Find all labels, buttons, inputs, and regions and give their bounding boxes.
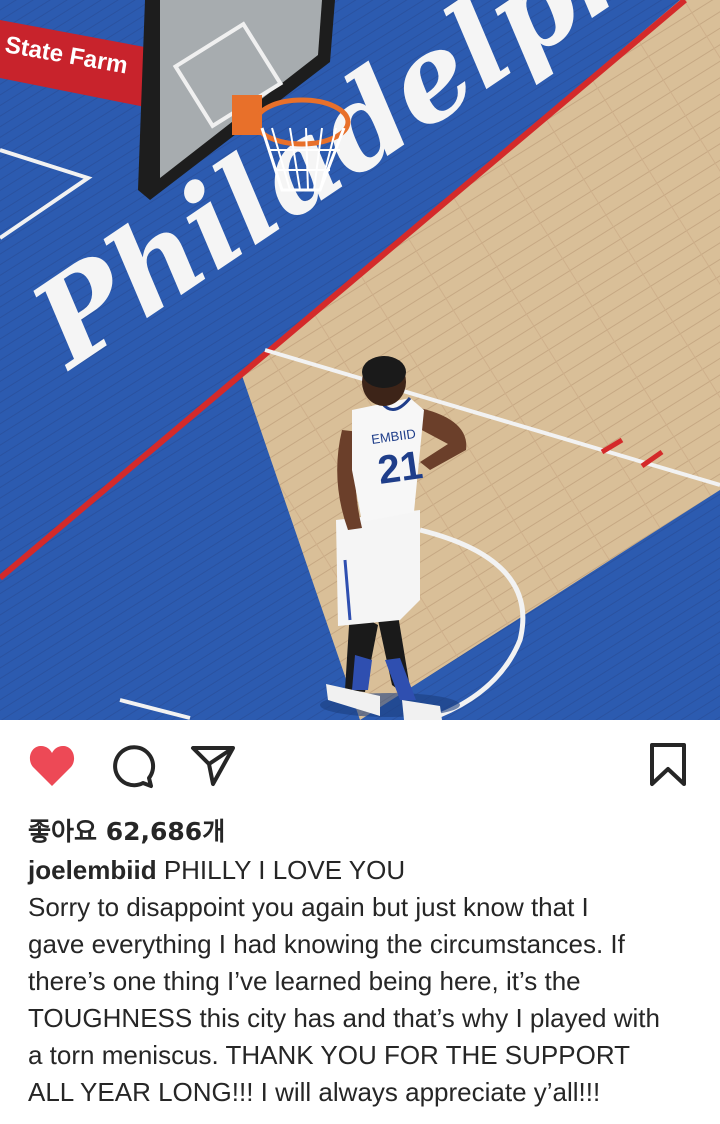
caption-username[interactable]: joelembiid (28, 855, 157, 885)
caption-line: Sorry to disappoint you again but just k… (28, 892, 589, 922)
heart-filled-icon (29, 745, 75, 786)
bookmark-icon (650, 743, 686, 786)
caption-line: there’s one thing I’ve learned being her… (28, 966, 581, 996)
caption-headline: PHILLY I LOVE YOU (163, 855, 406, 885)
post-actions-bar (0, 720, 720, 810)
caption-line: ALL YEAR LONG!!! I will always appreciat… (28, 1077, 601, 1107)
post-image[interactable]: Philadelphia State Farm EMBIID 21 (0, 0, 720, 720)
save-button[interactable] (648, 742, 688, 788)
like-button[interactable] (28, 744, 76, 788)
share-button[interactable] (190, 744, 236, 788)
likes-label: 좋아요 (28, 817, 98, 846)
jersey-number: 21 (375, 443, 425, 493)
paper-plane-icon (191, 746, 235, 786)
likes-number: 62,686 (105, 817, 203, 846)
likes-unit: 개 (202, 817, 226, 846)
likes-count[interactable]: 좋아요 62,686개 (28, 812, 225, 848)
comment-button[interactable] (108, 744, 156, 790)
caption-line: gave everything I had knowing the circum… (28, 929, 625, 959)
comment-icon (113, 745, 156, 788)
post-caption: joelembiid PHILLY I LOVE YOU Sorry to di… (28, 852, 704, 1111)
caption-line: TOUGHNESS this city has and that’s why I… (28, 1003, 660, 1033)
court-photo: Philadelphia State Farm EMBIID 21 (0, 0, 720, 720)
caption-line: a torn meniscus. THANK YOU FOR THE SUPPO… (28, 1040, 631, 1070)
